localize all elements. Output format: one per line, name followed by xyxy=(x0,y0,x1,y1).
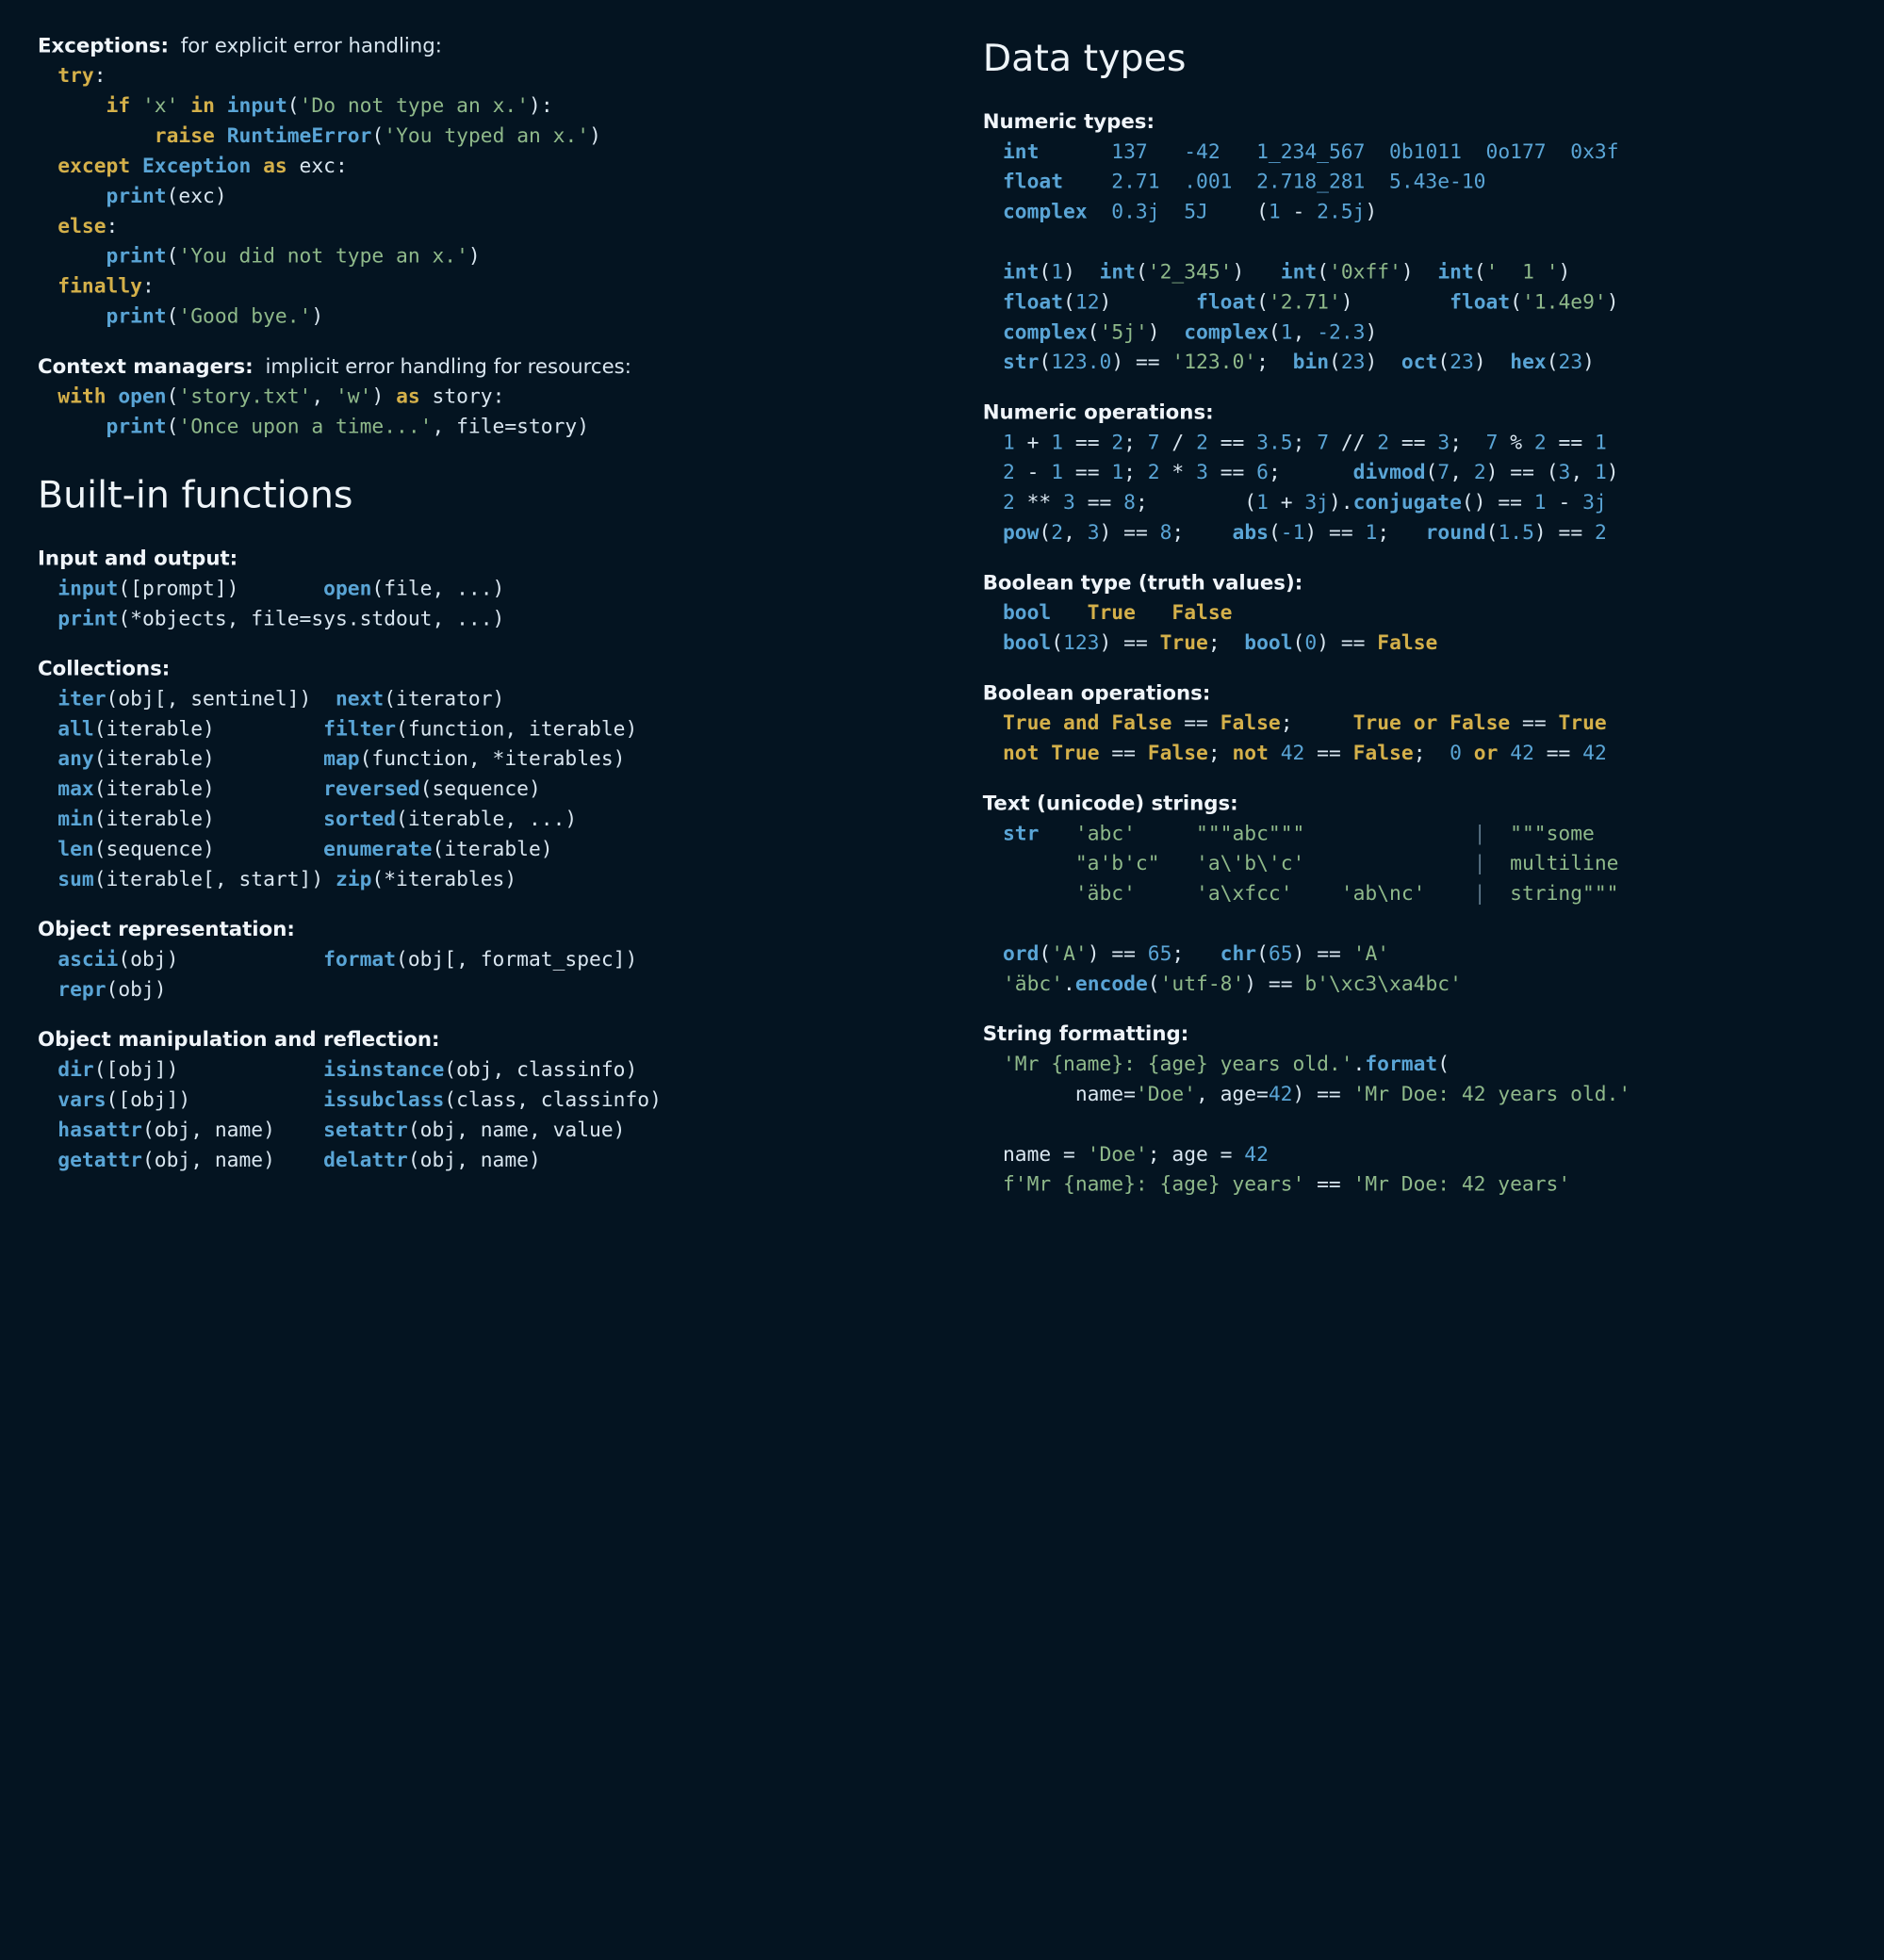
label-text: Text (unicode) strings: xyxy=(983,792,1238,815)
label-repr: Object representation: xyxy=(38,919,295,941)
code-collections: iter(obj[, sentinel]) next(iterator) all… xyxy=(57,685,896,895)
desc-context: implicit error handling for resources: xyxy=(266,356,631,379)
section-reflect: Object manipulation and reflection: dir(… xyxy=(38,1026,897,1177)
label-io: Input and output: xyxy=(38,547,238,570)
code-fmt: 'Mr {name}: {age} years old.'.format( na… xyxy=(1003,1051,1842,1201)
code-numeric-ops: 1 + 1 == 2; 7 / 2 == 3.5; 7 // 2 == 3; 7… xyxy=(1003,429,1842,549)
label-numeric-ops: Numeric operations: xyxy=(983,401,1214,424)
label-reflect: Object manipulation and reflection: xyxy=(38,1029,440,1052)
label-collections: Collections: xyxy=(38,658,170,680)
section-io: Input and output: input([prompt]) open(f… xyxy=(38,545,897,635)
section-repr: Object representation: ascii(obj) format… xyxy=(38,916,897,1006)
section-exceptions: Exceptions: for explicit error handling:… xyxy=(38,32,897,333)
section-bool: Boolean type (truth values): bool True F… xyxy=(983,569,1843,660)
code-exceptions: try: if 'x' in input('Do not type an x.'… xyxy=(57,62,896,333)
section-numeric-ops: Numeric operations: 1 + 1 == 2; 7 / 2 ==… xyxy=(983,399,1843,549)
label-boolops: Boolean operations: xyxy=(983,682,1211,705)
column-1: Exceptions: for explicit error handling:… xyxy=(38,32,897,1960)
section-boolops: Boolean operations: True and False == Fa… xyxy=(983,679,1843,770)
code-repr: ascii(obj) format(obj[, format_spec]) re… xyxy=(57,946,896,1006)
column-2: Data types Numeric types: int 137 -42 1_… xyxy=(983,32,1843,1960)
label-numeric-types: Numeric types: xyxy=(983,111,1155,134)
section-numeric-types: Numeric types: int 137 -42 1_234_567 0b1… xyxy=(983,108,1843,379)
heading-builtins: Built-in functions xyxy=(38,469,897,525)
label-fmt: String formatting: xyxy=(983,1023,1189,1046)
code-numeric-types: int 137 -42 1_234_567 0b1011 0o177 0x3f … xyxy=(1003,138,1842,378)
code-io: input([prompt]) open(file, ...) print(*o… xyxy=(57,575,896,635)
code-text: str 'abc' """abc""" | """some "a'b'c" 'a… xyxy=(1003,820,1842,1001)
heading-datatypes: Data types xyxy=(983,32,1843,88)
label-bool: Boolean type (truth values): xyxy=(983,572,1303,595)
section-fmt: String formatting: 'Mr {name}: {age} yea… xyxy=(983,1021,1843,1201)
code-bool: bool True False bool(123) == True; bool(… xyxy=(1003,599,1842,660)
cheatsheet-page: Exceptions: for explicit error handling:… xyxy=(38,32,1884,1960)
code-boolops: True and False == False; True or False =… xyxy=(1003,710,1842,770)
label-exceptions: Exceptions: xyxy=(38,35,169,57)
section-collections: Collections: iter(obj[, sentinel]) next(… xyxy=(38,655,897,895)
section-text: Text (unicode) strings: str 'abc' """abc… xyxy=(983,790,1843,1000)
code-reflect: dir([obj]) isinstance(obj, classinfo) va… xyxy=(57,1056,896,1177)
desc-exceptions: for explicit error handling: xyxy=(181,35,442,57)
code-context: with open('story.txt', 'w') as story: pr… xyxy=(57,383,896,443)
section-context: Context managers: implicit error handlin… xyxy=(38,352,897,443)
label-context: Context managers: xyxy=(38,356,254,379)
